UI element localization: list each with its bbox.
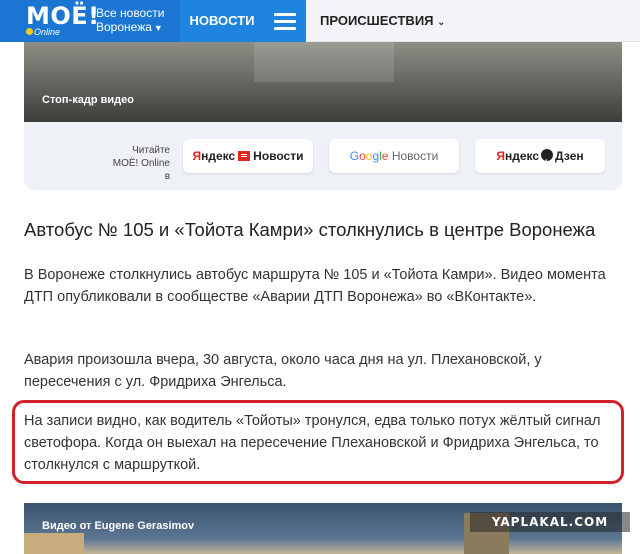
nav-incidents-tab[interactable]: ПРОИСШЕСТВИЯ ⌄ (320, 0, 446, 42)
subscribe-prompt: Читайте МОЁ! Online в (108, 144, 170, 183)
nav-incidents-label: ПРОИСШЕСТВИЯ (320, 13, 434, 28)
google-news-word: Новости (391, 149, 439, 163)
yandex-word: ндекс (504, 149, 540, 163)
google-letter-o1: o (359, 149, 366, 163)
region-line-1: Все новости (96, 6, 165, 20)
nav-news-tab[interactable]: НОВОСТИ (180, 0, 264, 42)
article-headline: Автобус № 105 и «Тойота Камри» столкнули… (24, 219, 596, 240)
google-news-button[interactable]: Google Новости (329, 139, 459, 173)
article-paragraph-1: В Воронеже столкнулись автобус маршрута … (24, 267, 606, 305)
brand-block[interactable]: МОЁ! Online Все новости Воронежа ▼ (0, 0, 180, 42)
site-logo-sub: Online (34, 27, 61, 37)
yandex-zen-button[interactable]: Яндекс Дзен (475, 139, 605, 180)
google-letter-e: e (381, 149, 389, 163)
video-road-marking (254, 42, 394, 82)
chevron-down-icon: ▼ (153, 23, 163, 33)
site-logo[interactable]: МОЁ! (26, 2, 100, 30)
zen-word: Дзен (555, 149, 584, 163)
video-author-caption: Видео от Eugene Gerasimov (42, 520, 195, 532)
site-watermark: YAPLAKAL.COM (470, 512, 630, 532)
yandex-news-button[interactable]: Яндекс Новости (183, 139, 313, 173)
google-letter-g: G (349, 149, 360, 163)
region-line-2: Воронежа (96, 20, 152, 34)
top-navigation: МОЁ! Online Все новости Воронежа ▼ НОВОСТ… (0, 0, 640, 42)
video-building-left (24, 533, 84, 554)
yandex-letter: Я (192, 149, 202, 163)
video-still[interactable]: Стоп-кадр видео (24, 42, 622, 122)
yandex-letter: Я (496, 149, 505, 163)
zen-icon (541, 146, 554, 180)
article-paragraph-3: На записи видно, как водитель «Тойоты» т… (24, 413, 601, 473)
subscribe-prompt-line-1: Читайте (132, 145, 170, 156)
news-word: Новости (253, 149, 304, 163)
subscribe-prompt-line-2: МОЁ! Online в (112, 158, 170, 182)
video-caption: Стоп-кадр видео (42, 94, 134, 106)
chevron-down-icon: ⌄ (437, 17, 446, 28)
newspaper-icon (238, 151, 251, 161)
yandex-word: ндекс (201, 149, 236, 163)
menu-icon[interactable] (264, 0, 306, 42)
article-paragraph-2: Авария произошла вчера, 30 августа, окол… (24, 352, 542, 390)
region-selector[interactable]: Все новости Воронежа ▼ (96, 6, 164, 35)
subscribe-strip: Читайте МОЁ! Online в Яндекс Новости Goog… (24, 122, 622, 190)
logo-dot-icon (26, 28, 33, 35)
